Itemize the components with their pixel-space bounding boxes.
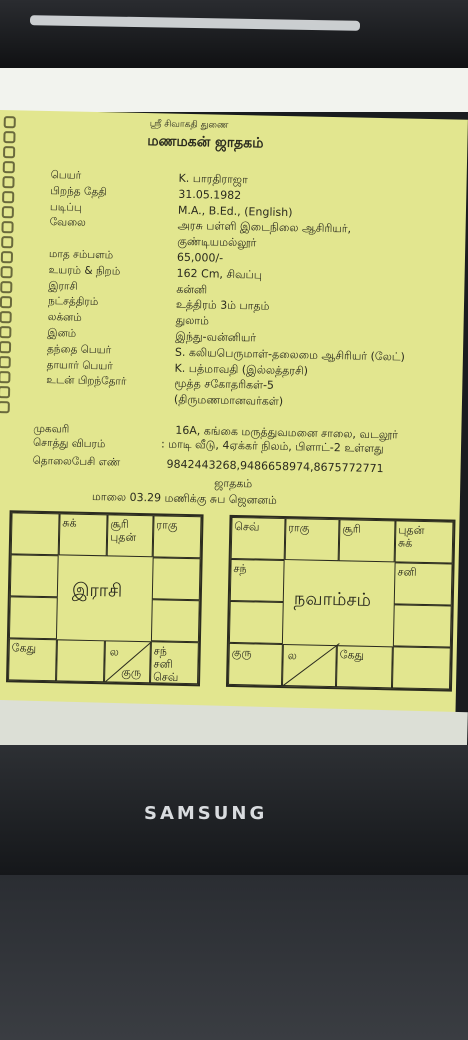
rasi-chart-title: இராசி	[71, 579, 123, 602]
field-label: மாத சம்பளம்	[48, 248, 114, 262]
horoscope-document: ஸ்ரீ சிவாகதி துணை மணமகன் ஜாதகம் பெயர் K. …	[0, 110, 468, 730]
field-value: துலாம்	[175, 313, 210, 328]
field-label: உயரம் & நிறம்	[48, 263, 121, 278]
navamsa-chart-title: நவாம்சம்	[293, 588, 372, 611]
rasi-cell-r0c3: ராகு	[152, 515, 202, 559]
field-value: குண்டியமல்லூர்	[177, 234, 257, 250]
address-label: முகவரி	[33, 422, 70, 436]
rasi-cell-r1c0	[9, 554, 59, 598]
document-title: மணமகன் ஜாதகம்	[147, 133, 264, 152]
field-value: 162 Cm, சிவப்பு	[176, 266, 263, 282]
birth-time: மாலை 03.29 மணிக்கு சுப ஜெனனம்	[91, 490, 277, 507]
field-label: பெயர்	[50, 169, 82, 182]
screen-white-area	[0, 68, 468, 112]
rasi-cell-r3c1	[56, 639, 105, 683]
field-value: உத்திரம் 3ம் பாதம்	[175, 298, 270, 314]
navamsa-cell-r3c1: ல	[281, 643, 340, 688]
field-value: K. பத்மாவதி (இல்லத்தரசி)	[174, 361, 309, 378]
navamsa-cell-r0c3: புதன் சுக்	[394, 520, 454, 564]
field-value: (திருமணமானவர்கள்)	[173, 392, 284, 409]
field-value: மூத்த சகோதரிகள்-5	[174, 377, 275, 393]
field-label: வேலை	[49, 216, 86, 230]
rasi-cell-r3c0: கேது	[8, 638, 57, 682]
navamsa-cell-r3c0: குரு	[228, 642, 283, 687]
field-label: பிறந்த தேதி	[50, 184, 107, 199]
property-label: சொத்து விபரம்	[32, 436, 106, 451]
field-label: இராசி	[48, 279, 78, 293]
navamsa-cell-r3c3	[391, 646, 451, 690]
field-value: இந்து-வன்னியர்	[175, 329, 257, 345]
field-label: நட்சத்திரம்	[47, 295, 99, 309]
phone-label: தொலைபேசி எண்	[32, 454, 121, 469]
field-value: கன்னி	[176, 282, 208, 296]
rasi-cell-r0c1: சுக்	[58, 513, 108, 557]
rasi-lagna-mark: ல	[109, 645, 119, 659]
navamsa-cell-r2c0	[228, 600, 284, 645]
monitor-top-bezel	[0, 0, 468, 70]
navamsa-cell-r1c3: சனி	[393, 562, 453, 606]
rasi-guru: குரு	[121, 665, 142, 680]
spiral-binding	[0, 116, 16, 416]
navamsa-chart: செவ் ராகு சூரி புதன் சுக் சந் சனி குரு ல…	[225, 514, 456, 692]
rasi-cell-r0c2: சூரி புதன்	[106, 514, 154, 558]
navamsa-cell-r0c2: சூரி	[338, 519, 396, 563]
rasi-cell-r3c3: சந் சனி செவ்	[150, 641, 199, 685]
field-value: 65,000/-	[176, 250, 224, 265]
phone-value: 9842443268,9486658974,8675772771	[166, 457, 384, 476]
jathagam-heading: ஜாதகம்	[214, 476, 253, 491]
rasi-cell-r2c0	[8, 596, 58, 640]
field-label: தாயார் பெயர்	[46, 358, 113, 373]
field-label: தந்தை பெயர்	[46, 342, 112, 357]
field-value: M.A., B.Ed., (English)	[177, 203, 293, 219]
rasi-cell-r0c0	[10, 512, 60, 556]
rasi-cell-r1c3	[151, 557, 201, 601]
navamsa-cell-r1c0: சந்	[229, 558, 285, 603]
field-label: படிப்பு	[49, 200, 82, 214]
header-small: ஸ்ரீ சிவாகதி துணை	[149, 119, 229, 131]
field-value: K. பாரதிராஜா	[178, 171, 248, 187]
field-label: உடன் பிறந்தோர்	[46, 374, 127, 389]
navamsa-cell-r0c1: ராகு	[284, 518, 340, 562]
screen-glare	[29, 15, 361, 31]
navamsa-cell-r3c2: கேது	[335, 645, 393, 689]
rasi-cell-r3c2: ல குரு	[104, 640, 152, 684]
rasi-chart: சுக் சூரி புதன் ராகு கேது ல குரு சந் சனி…	[6, 510, 204, 687]
field-label: இனம்	[47, 327, 77, 340]
navamsa-cell-r2c3	[392, 604, 452, 648]
rasi-cell-r2c3	[150, 599, 200, 643]
field-label: லக்னம்	[47, 311, 82, 324]
navamsa-lagna-mark: ல	[287, 649, 297, 663]
navamsa-cell-r0c0: செவ்	[230, 516, 286, 561]
desk-surface	[0, 875, 468, 1040]
field-value: 31.05.1982	[178, 187, 242, 202]
monitor-brand-logo: SAMSUNG	[144, 803, 268, 824]
